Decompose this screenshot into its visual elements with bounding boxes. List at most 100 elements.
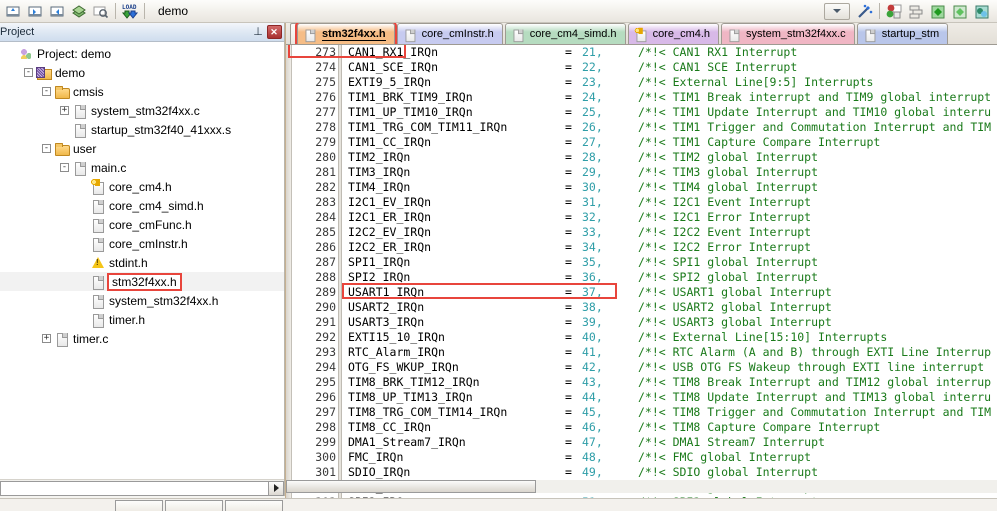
- code-line[interactable]: 288 SPI2_IRQn = 36, /*!< SPI2 global Interru…: [286, 270, 997, 285]
- code-editor[interactable]: 273 CAN1_RX1_IRQn = 21, /*!< CAN1 RX1 Interr…: [286, 45, 997, 502]
- bookmark-search-icon[interactable]: [90, 1, 112, 21]
- code-line[interactable]: 296 TIM8_UP_TIM13_IRQn = 44, /*!< TIM8 Updat…: [286, 390, 997, 405]
- code-line[interactable]: 277 TIM1_UP_TIM10_IRQn = 25, /*!< TIM1 Updat…: [286, 105, 997, 120]
- project-tree-hscrollbar[interactable]: [0, 479, 284, 496]
- select-software-packs-icon[interactable]: [927, 1, 949, 21]
- collapse-toggle-icon[interactable]: -: [42, 144, 51, 153]
- collapse-toggle-icon[interactable]: -: [60, 163, 69, 172]
- line-number: 280: [315, 150, 336, 164]
- editor-tab-core-cm4-h[interactable]: core_cm4.h: [627, 23, 720, 44]
- code-line[interactable]: 280 TIM2_IRQn = 28, /*!< TIM2 global Interru…: [286, 150, 997, 165]
- tree-item-label: core_cm4.h: [109, 179, 172, 194]
- editor-tab-core-cminstr-h[interactable]: core_cmInstr.h: [396, 23, 503, 44]
- editor-tabbar[interactable]: stm32f4xx.h core_cmInstr.h core_cm4_simd.h…: [286, 23, 997, 45]
- clear-all-bookmarks-icon[interactable]: [68, 1, 90, 21]
- bottom-tab-3[interactable]: [225, 500, 283, 511]
- code-line[interactable]: 290 USART2_IRQn = 38, /*!< USART2 global Int…: [286, 300, 997, 315]
- code-line[interactable]: 293 RTC_Alarm_IRQn = 41, /*!< RTC Alarm (A a…: [286, 345, 997, 360]
- configuration-wizard-icon[interactable]: [854, 1, 876, 21]
- code-identifier: TIM3_IRQn: [348, 165, 411, 179]
- code-line[interactable]: 292 EXTI15_10_IRQn = 40, /*!< External Line[…: [286, 330, 997, 345]
- collapse-toggle-icon[interactable]: -: [24, 68, 33, 77]
- expand-toggle-icon[interactable]: +: [42, 334, 51, 343]
- code-line[interactable]: 281 TIM3_IRQn = 29, /*!< TIM3 global Interru…: [286, 165, 997, 180]
- editor-tab-label: startup_stm: [881, 28, 940, 40]
- code-line[interactable]: 283 I2C1_EV_IRQn = 31, /*!< I2C1 Event Inter…: [286, 195, 997, 210]
- tree-item-core-cminstr-h[interactable]: core_cmInstr.h: [0, 234, 284, 253]
- code-assign-operator: =: [565, 225, 572, 239]
- tree-item-project-demo[interactable]: Project: demo: [0, 44, 284, 63]
- code-line[interactable]: 294 OTG_FS_WKUP_IRQn = 42, /*!< USB OTG FS W…: [286, 360, 997, 375]
- code-line[interactable]: 298 TIM8_CC_IRQn = 46, /*!< TIM8 Capture Com…: [286, 420, 997, 435]
- tree-item-main-c[interactable]: - main.c: [0, 158, 284, 177]
- code-line[interactable]: 297 TIM8_TRG_COM_TIM14_IRQn = 45, /*!< TIM8 …: [286, 405, 997, 420]
- tree-item-demo[interactable]: - demo: [0, 63, 284, 82]
- auto-hide-pin-button[interactable]: ⊥: [250, 25, 266, 40]
- expand-toggle-icon[interactable]: +: [60, 106, 69, 115]
- code-line[interactable]: 291 USART3_IRQn = 39, /*!< USART3 global Int…: [286, 315, 997, 330]
- code-line[interactable]: 299 DMA1_Stream7_IRQn = 47, /*!< DMA1 Stream…: [286, 435, 997, 450]
- code-line[interactable]: 278 TIM1_TRG_COM_TIM11_IRQn = 26, /*!< TIM1 …: [286, 120, 997, 135]
- tree-item-stdint-h[interactable]: stdint.h: [0, 253, 284, 272]
- line-number: 298: [315, 420, 336, 434]
- code-line[interactable]: 301 SDIO_IRQn = 49, /*!< SDIO global Interru…: [286, 465, 997, 480]
- project-tree[interactable]: Project: demo - demo - cmsis + system_stm32f4x…: [0, 42, 284, 475]
- tree-item-timer-h[interactable]: timer.h: [0, 310, 284, 329]
- tree-item-core-cm4-h[interactable]: core_cm4.h: [0, 177, 284, 196]
- editor-tab-startup-stm[interactable]: startup_stm: [856, 23, 949, 44]
- code-identifier: RTC_Alarm_IRQn: [348, 345, 445, 359]
- hscroll-right-button[interactable]: [268, 480, 284, 496]
- collapse-toggle-icon[interactable]: -: [42, 87, 51, 96]
- editor-tab-stm32f4xx-h[interactable]: stm32f4xx.h: [295, 23, 397, 44]
- close-panel-button[interactable]: ✕: [266, 25, 282, 40]
- code-comment: /*!< USART3 global Interrupt: [638, 315, 832, 329]
- code-line[interactable]: 282 TIM4_IRQn = 30, /*!< TIM4 global Interru…: [286, 180, 997, 195]
- code-assign-operator: =: [565, 285, 572, 299]
- code-line[interactable]: 286 I2C2_ER_IRQn = 34, /*!< I2C2 Error Inter…: [286, 240, 997, 255]
- manage-run-time-environment-icon[interactable]: [905, 1, 927, 21]
- next-bookmark-icon[interactable]: [24, 1, 46, 21]
- tree-item-timer-c[interactable]: + timer.c: [0, 329, 284, 348]
- key-icon: [90, 179, 106, 195]
- editor-tab-core-cm4-simd-h[interactable]: core_cm4_simd.h: [504, 23, 626, 44]
- code-line[interactable]: 300 FMC_IRQn = 48, /*!< FMC global Interrupt: [286, 450, 997, 465]
- bottom-tab-1[interactable]: [115, 500, 163, 511]
- line-number: 275: [315, 75, 336, 89]
- tree-item-stm32f4xx-h[interactable]: stm32f4xx.h: [0, 272, 284, 291]
- code-line[interactable]: 287 SPI1_IRQn = 35, /*!< SPI1 global Interru…: [286, 255, 997, 270]
- manage-components-icon[interactable]: [971, 1, 993, 21]
- code-line[interactable]: 276 TIM1_BRK_TIM9_IRQn = 24, /*!< TIM1 Break…: [286, 90, 997, 105]
- code-line[interactable]: 279 TIM1_CC_IRQn = 27, /*!< TIM1 Capture Com…: [286, 135, 997, 150]
- tree-item-system-stm32f4xx-h[interactable]: system_stm32f4xx.h: [0, 291, 284, 310]
- code-line[interactable]: 295 TIM8_BRK_TIM12_IRQn = 43, /*!< TIM8 Brea…: [286, 375, 997, 390]
- load-download-icon[interactable]: LOAD: [119, 1, 141, 21]
- tree-item-cmsis[interactable]: - cmsis: [0, 82, 284, 101]
- hscroll-track[interactable]: [0, 480, 268, 496]
- code-value: 28,: [582, 150, 603, 164]
- folder-icon: [54, 141, 70, 156]
- code-line[interactable]: 289 USART1_IRQn = 37, /*!< USART1 global Int…: [286, 285, 997, 300]
- editor-tab-system-stm32f4xx-c[interactable]: system_stm32f4xx.c: [721, 23, 855, 44]
- tree-item-core-cmfunc-h[interactable]: core_cmFunc.h: [0, 215, 284, 234]
- line-number: 279: [315, 135, 336, 149]
- code-identifier: CAN1_RX1_IRQn: [348, 45, 439, 59]
- code-line[interactable]: 275 EXTI9_5_IRQn = 23, /*!< External Line[9:…: [286, 75, 997, 90]
- tree-item-core-cm4-simd-h[interactable]: core_cm4_simd.h: [0, 196, 284, 215]
- tree-item-user[interactable]: - user: [0, 139, 284, 158]
- code-hscroll-thumb[interactable]: [286, 480, 536, 493]
- code-line[interactable]: 285 I2C2_EV_IRQn = 33, /*!< I2C2 Event Inter…: [286, 225, 997, 240]
- pack-installer-icon[interactable]: [949, 1, 971, 21]
- tree-item-startup-stm32f40-41xxx-s[interactable]: startup_stm32f40_41xxx.s: [0, 120, 284, 139]
- code-line[interactable]: 284 I2C1_ER_IRQn = 32, /*!< I2C1 Error Inter…: [286, 210, 997, 225]
- code-hscrollbar[interactable]: [286, 480, 997, 493]
- insert-bookmark-icon[interactable]: [2, 1, 24, 21]
- target-select-dropdown[interactable]: [824, 2, 850, 20]
- code-assign-operator: =: [565, 165, 572, 179]
- previous-bookmark-icon[interactable]: [46, 1, 68, 21]
- code-line[interactable]: 274 CAN1_SCE_IRQn = 22, /*!< CAN1 SCE Interr…: [286, 60, 997, 75]
- bottom-tab-2[interactable]: [165, 500, 223, 511]
- tree-item-system-stm32f4xx-c[interactable]: + system_stm32f4xx.c: [0, 101, 284, 120]
- manage-project-items-icon[interactable]: [883, 1, 905, 21]
- code-line[interactable]: 273 CAN1_RX1_IRQn = 21, /*!< CAN1 RX1 Interr…: [286, 45, 997, 60]
- code-comment: /*!< TIM1 Capture Compare Interrupt: [638, 135, 881, 149]
